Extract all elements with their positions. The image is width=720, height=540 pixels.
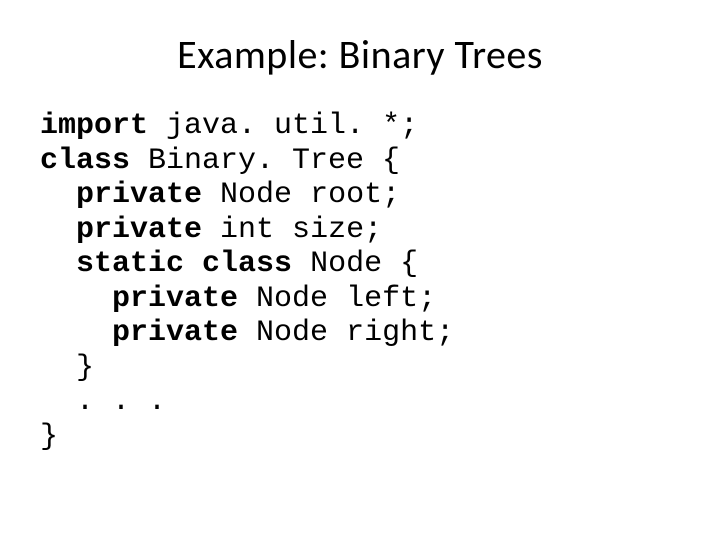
keyword-private: private xyxy=(112,316,238,350)
code-text: Node { xyxy=(292,247,418,281)
slide-title: Example: Binary Trees xyxy=(40,30,680,79)
code-text: Node left; xyxy=(238,282,436,316)
slide: Example: Binary Trees import java. util.… xyxy=(0,0,720,540)
code-text: . . . xyxy=(40,385,166,419)
code-text: int size; xyxy=(202,213,382,247)
code-text: Node right; xyxy=(238,316,454,350)
code-text: } xyxy=(40,420,58,454)
keyword-private: private xyxy=(76,213,202,247)
keyword-private: private xyxy=(112,282,238,316)
keyword-class: class xyxy=(40,144,130,178)
keyword-private: private xyxy=(76,178,202,212)
code-text: java. util. *; xyxy=(148,109,418,143)
keyword-static-class: static class xyxy=(76,247,292,281)
code-text: Binary. Tree { xyxy=(130,144,400,178)
keyword-import: import xyxy=(40,109,148,143)
code-block: import java. util. *; class Binary. Tree… xyxy=(40,109,680,454)
code-text: Node root; xyxy=(202,178,400,212)
code-text: } xyxy=(40,351,94,385)
